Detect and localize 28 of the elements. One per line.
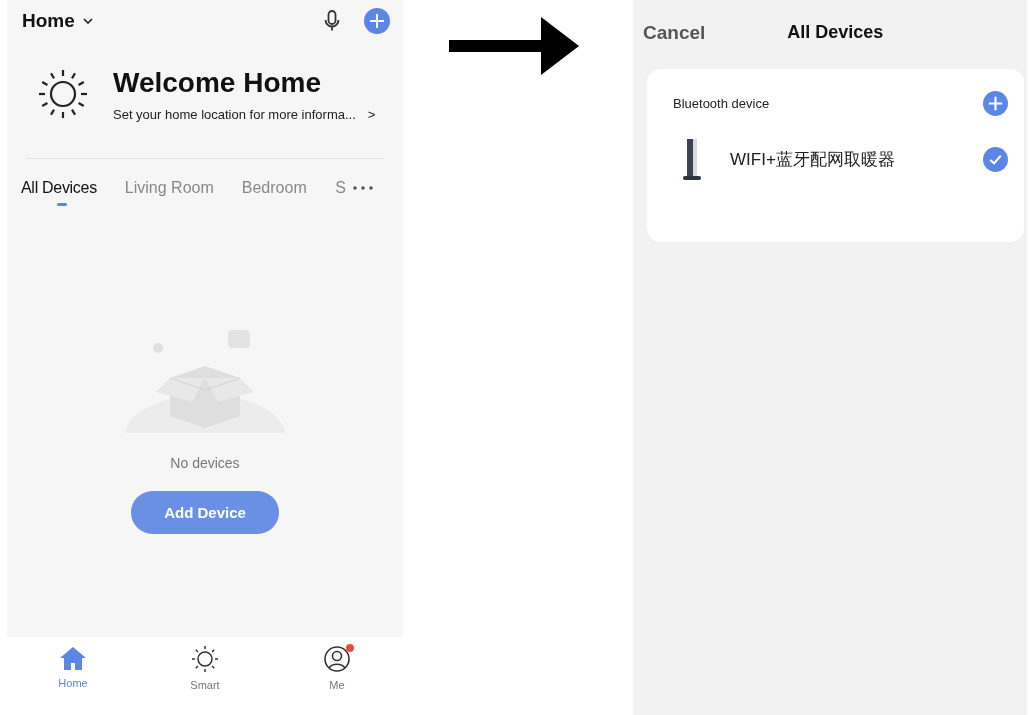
chevron-right[interactable]: > [367, 106, 376, 122]
microphone-icon[interactable] [324, 10, 340, 32]
section-title: Bluetooth device [673, 95, 770, 111]
home-selector[interactable]: Home [22, 10, 93, 32]
arrow-icon [449, 17, 579, 75]
nav-tab[interactable]: Me [297, 645, 377, 691]
user-icon [323, 645, 351, 673]
add-icon[interactable] [364, 8, 390, 34]
empty-message: No devices [170, 455, 240, 471]
welcome-title: Welcome Home [113, 66, 322, 99]
room-tab[interactable]: S [334, 177, 347, 211]
chevron-down-icon [82, 18, 93, 24]
add-icon[interactable] [983, 90, 1008, 116]
cancel-button[interactable]: Cancel [643, 21, 706, 44]
room-tab[interactable]: Living Room [124, 177, 228, 211]
more-icon[interactable] [352, 186, 373, 190]
heater-icon [681, 137, 703, 181]
nav-tab[interactable]: Smart [165, 645, 245, 691]
room-tab[interactable]: All Devices [21, 177, 111, 211]
sun-icon [191, 645, 219, 673]
screen-title: All Devices [787, 22, 884, 43]
check-icon[interactable] [983, 146, 1008, 172]
room-tab[interactable]: Bedroom [241, 177, 321, 211]
add-device-button[interactable]: Add Device [131, 491, 279, 534]
nav-tab[interactable]: Home [33, 645, 113, 691]
location-prompt[interactable]: Set your home location for more informa... [113, 106, 356, 122]
device-name: WIFI+蓝牙配网取暖器 [730, 148, 896, 171]
house-icon [59, 645, 87, 671]
